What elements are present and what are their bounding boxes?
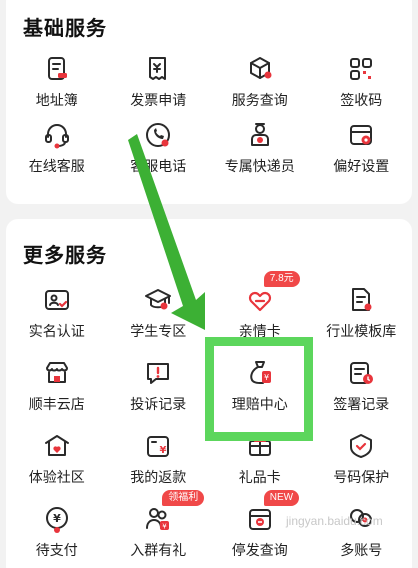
suspend-query-icon bbox=[248, 509, 271, 530]
family-card-icon bbox=[248, 291, 271, 312]
basic-service-item-qr-code[interactable]: 签收码 bbox=[311, 54, 413, 120]
promo-badge: 领福利 bbox=[162, 490, 205, 506]
basic-service-item-courier[interactable]: 专属快递员 bbox=[209, 120, 311, 186]
service-label: 服务查询 bbox=[231, 92, 288, 108]
headset-icon bbox=[44, 124, 69, 149]
basic-services-title: 基础服务 bbox=[23, 18, 107, 40]
service-label: 客服电话 bbox=[130, 158, 187, 174]
basic-service-item-address-book[interactable]: 地址簿 bbox=[6, 54, 108, 120]
service-label: 待支付 bbox=[35, 542, 78, 558]
service-label: 学生专区 bbox=[130, 323, 187, 339]
service-label: 签收码 bbox=[340, 92, 383, 108]
svg-text:¥: ¥ bbox=[53, 512, 61, 525]
service-label: 发票申请 bbox=[130, 92, 187, 108]
privacy-number-icon bbox=[350, 434, 373, 458]
basic-service-item-headset[interactable]: 在线客服 bbox=[6, 120, 108, 186]
basic-services-grid: 地址簿 发票申请 服务查询 签收码在线客服 客服电话 专属快递员 偏好设置 bbox=[6, 54, 412, 186]
service-label: 专属快递员 bbox=[224, 158, 295, 174]
sign-record-icon bbox=[350, 362, 374, 384]
service-label: 行业模板库 bbox=[326, 323, 397, 339]
svg-text:¥: ¥ bbox=[163, 523, 168, 531]
basic-service-item-service-query[interactable]: 服务查询 bbox=[209, 54, 311, 120]
id-card-icon bbox=[44, 290, 69, 310]
template-icon bbox=[352, 288, 372, 311]
svg-text:¥: ¥ bbox=[160, 445, 167, 456]
more-service-item-sign-record[interactable]: 签署记录 bbox=[311, 358, 413, 431]
promo-badge: NEW bbox=[263, 490, 300, 506]
watermark-text: jingyan.baidu.com bbox=[286, 514, 383, 528]
invoice-icon bbox=[149, 57, 167, 80]
address-book-icon bbox=[47, 57, 67, 80]
more-service-item-payment[interactable]: ¥ 待支付 bbox=[6, 504, 108, 568]
service-label: 实名认证 bbox=[28, 323, 85, 339]
service-label: 我的返款 bbox=[130, 469, 187, 485]
store-icon bbox=[45, 362, 68, 383]
more-service-item-complaint[interactable]: 投诉记录 bbox=[108, 358, 210, 431]
service-label: 在线客服 bbox=[28, 158, 85, 174]
payment-icon: ¥ bbox=[45, 507, 68, 533]
basic-service-item-phone[interactable]: 客服电话 bbox=[108, 120, 210, 186]
service-label: 礼品卡 bbox=[238, 469, 281, 485]
service-label: 入群有礼 bbox=[130, 542, 187, 558]
graduation-cap-icon bbox=[145, 289, 172, 310]
basic-service-item-settings[interactable]: 偏好设置 bbox=[311, 120, 413, 186]
service-label: 签署记录 bbox=[333, 396, 390, 412]
claims-center-highlight-box bbox=[205, 337, 313, 441]
more-service-item-community[interactable]: 体验社区 bbox=[6, 431, 108, 504]
more-service-item-privacy-number[interactable]: 号码保护 bbox=[311, 431, 413, 504]
service-label: 顺丰云店 bbox=[28, 396, 85, 412]
more-service-item-id-card[interactable]: 实名认证 bbox=[6, 285, 108, 358]
phone-icon bbox=[146, 123, 171, 147]
service-label: 地址簿 bbox=[35, 92, 78, 108]
more-service-item-store[interactable]: 顺丰云店 bbox=[6, 358, 108, 431]
service-label: 体验社区 bbox=[28, 469, 85, 485]
more-service-item-group-gift[interactable]: ¥ 入群有礼 领福利 bbox=[108, 490, 210, 568]
service-label: 投诉记录 bbox=[130, 396, 187, 412]
group-gift-icon: ¥ bbox=[146, 508, 170, 531]
more-service-item-graduation-cap[interactable]: 学生专区 bbox=[108, 285, 210, 358]
service-label: 多账号 bbox=[340, 542, 383, 558]
more-service-item-template[interactable]: 行业模板库 bbox=[311, 285, 413, 358]
service-label: 偏好设置 bbox=[333, 158, 390, 174]
settings-icon bbox=[350, 125, 373, 145]
service-label: 停发查询 bbox=[231, 542, 288, 558]
community-icon bbox=[44, 435, 69, 456]
more-services-title: 更多服务 bbox=[23, 245, 107, 267]
service-label: 号码保护 bbox=[333, 469, 390, 485]
qr-code-icon bbox=[350, 58, 373, 80]
service-query-icon bbox=[249, 57, 272, 79]
refund-icon: ¥ bbox=[147, 436, 170, 457]
promo-badge: 7.8元 bbox=[263, 271, 300, 287]
complaint-icon bbox=[147, 363, 170, 384]
basic-service-item-invoice[interactable]: 发票申请 bbox=[108, 54, 210, 120]
courier-icon bbox=[250, 123, 269, 146]
basic-services-card: 基础服务 地址簿 发票申请 服务查询 签收码在线客服 客服电话 专属快递员 偏好设置 bbox=[6, 0, 412, 204]
